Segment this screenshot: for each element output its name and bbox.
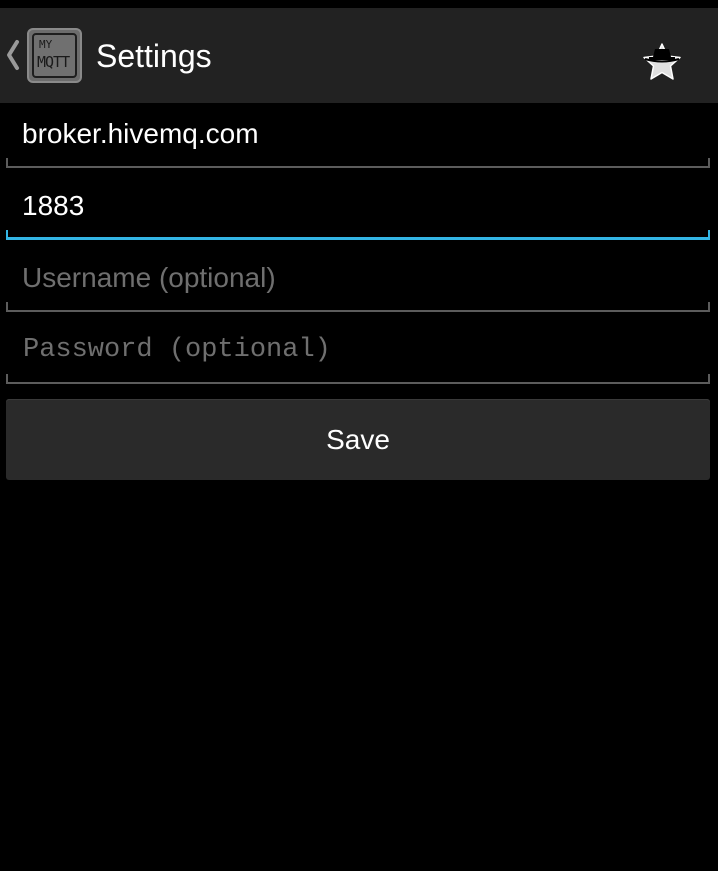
broker-field [6, 108, 710, 168]
app-logo-frame: MY MQTT [32, 33, 77, 78]
star-hat-icon[interactable] [636, 38, 688, 88]
broker-field-underline [6, 158, 710, 168]
save-button[interactable]: Save [6, 399, 710, 480]
username-input[interactable] [6, 252, 710, 304]
action-bar: MY MQTT Settings [0, 8, 718, 103]
app-logo[interactable]: MY MQTT [27, 28, 82, 83]
status-bar [0, 0, 718, 8]
chevron-left-icon[interactable] [5, 38, 21, 72]
settings-screen: MY MQTT Settings Save [0, 0, 718, 871]
username-field-underline [6, 302, 710, 312]
username-field [6, 252, 710, 312]
password-field-underline [6, 374, 710, 384]
port-field-underline [6, 230, 710, 240]
app-logo-text-bottom: MQTT [37, 53, 70, 71]
app-logo-text-top: MY [39, 38, 53, 51]
page-title: Settings [96, 38, 212, 74]
password-input[interactable] [6, 324, 710, 376]
port-field [6, 180, 710, 240]
port-input[interactable] [6, 180, 710, 232]
password-field [6, 324, 710, 384]
broker-host-input[interactable] [6, 108, 710, 160]
